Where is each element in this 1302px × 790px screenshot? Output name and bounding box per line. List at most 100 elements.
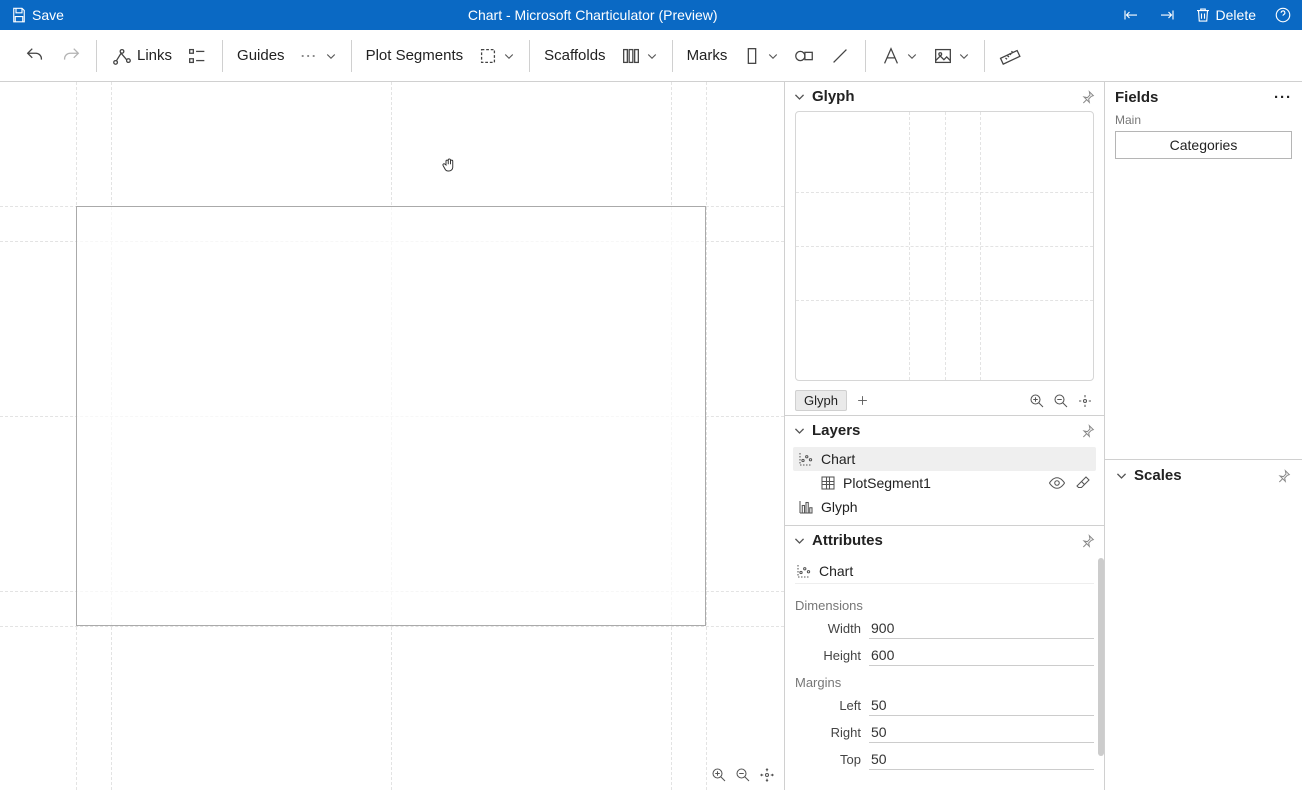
glyph-title: Glyph [812, 88, 855, 105]
marks-button[interactable]: Marks [683, 43, 732, 68]
chevron-down-icon [793, 90, 806, 103]
eye-icon[interactable] [1048, 474, 1066, 492]
zoom-in-icon[interactable] [1028, 392, 1046, 410]
delete-button[interactable]: Delete [1190, 4, 1260, 26]
chart-icon [795, 562, 813, 580]
window-title: Chart - Microsoft Charticulator (Preview… [468, 7, 718, 23]
width-input[interactable] [869, 618, 1094, 639]
eraser-icon[interactable] [1074, 474, 1092, 492]
chevron-down-icon [503, 50, 515, 62]
layer-glyph[interactable]: Glyph [793, 495, 1096, 519]
dimensions-section: Dimensions [795, 592, 1094, 615]
margin-left-input[interactable] [869, 695, 1094, 716]
links-label: Links [137, 47, 172, 64]
scaffold-bars-button[interactable] [616, 41, 662, 71]
margins-section: Margins [795, 669, 1094, 692]
zoom-fit-icon[interactable] [758, 766, 776, 784]
layers-body: Chart PlotSegment1 Glyph [785, 445, 1104, 526]
save-icon [10, 6, 28, 24]
fields-main-label: Main [1105, 113, 1302, 131]
undo-history-button[interactable] [1118, 4, 1144, 26]
chevron-down-icon [906, 50, 918, 62]
bars-icon [620, 45, 642, 67]
chevron-down-icon [793, 534, 806, 547]
glyph-panel-header[interactable]: Glyph [785, 82, 1104, 111]
chart-rectangle[interactable] [76, 206, 706, 626]
undo-button[interactable] [20, 41, 50, 71]
arrow-left-bar-icon [1122, 6, 1140, 24]
guides-label: Guides [237, 47, 285, 64]
chart-icon [797, 450, 815, 468]
pin-icon[interactable] [1080, 89, 1096, 105]
text-icon [880, 45, 902, 67]
image-icon [932, 45, 954, 67]
toolbar: Links Guides Plot Segments Scaffolds [0, 30, 1302, 82]
attributes-scrollbar[interactable] [1098, 558, 1104, 756]
delete-label: Delete [1216, 7, 1256, 23]
legend-button[interactable] [182, 41, 212, 71]
plot-segments-button[interactable]: Plot Segments [362, 43, 468, 68]
guides-button[interactable]: Guides [233, 43, 289, 68]
save-button[interactable]: Save [6, 4, 68, 26]
plus-icon[interactable] [855, 393, 870, 408]
ruler-button[interactable] [995, 41, 1025, 71]
mark-rect-button[interactable] [737, 41, 783, 71]
attributes-chart-label: Chart [819, 563, 853, 579]
marks-label: Marks [687, 47, 728, 64]
margin-right-input[interactable] [869, 722, 1094, 743]
grid-icon [819, 474, 837, 492]
pin-icon[interactable] [1080, 533, 1096, 549]
scaffolds-button[interactable]: Scaffolds [540, 43, 609, 68]
redo-history-button[interactable] [1154, 4, 1180, 26]
region-button[interactable] [473, 41, 519, 71]
links-button[interactable]: Links [107, 41, 176, 71]
text-button[interactable] [876, 41, 922, 71]
line-icon [829, 45, 851, 67]
guide-x-button[interactable] [295, 41, 341, 71]
scales-title: Scales [1134, 467, 1182, 484]
image-button[interactable] [928, 41, 974, 71]
symbol-icon [793, 45, 815, 67]
margin-top-input[interactable] [869, 749, 1094, 770]
links-icon [111, 45, 133, 67]
chevron-down-icon [1115, 469, 1128, 482]
field-categories[interactable]: Categories [1115, 131, 1292, 159]
region-icon [477, 45, 499, 67]
attributes-body: Chart Dimensions Width Height Margins Le… [785, 555, 1104, 790]
layer-chart-label: Chart [821, 451, 855, 467]
height-label: Height [795, 648, 861, 663]
save-label: Save [32, 7, 64, 23]
arrow-right-bar-icon [1158, 6, 1176, 24]
scales-header[interactable]: Scales [1105, 459, 1302, 491]
rect-icon [741, 45, 763, 67]
help-button[interactable] [1270, 4, 1296, 26]
layer-plotsegment1[interactable]: PlotSegment1 [793, 471, 1096, 495]
zoom-out-icon[interactable] [734, 766, 752, 784]
mark-line-button[interactable] [825, 41, 855, 71]
guide-dashed-icon [299, 45, 321, 67]
more-icon[interactable]: ··· [1274, 89, 1292, 106]
canvas[interactable] [0, 82, 784, 790]
layer-glyph-label: Glyph [821, 499, 858, 515]
glyph-icon [797, 498, 815, 516]
zoom-in-icon[interactable] [710, 766, 728, 784]
title-bar: Save Chart - Microsoft Charticulator (Pr… [0, 0, 1302, 30]
plot-segments-label: Plot Segments [366, 47, 464, 64]
mark-symbol-button[interactable] [789, 41, 819, 71]
hand-cursor-icon [440, 156, 458, 174]
pin-icon[interactable] [1080, 423, 1096, 439]
glyph-tab[interactable]: Glyph [795, 390, 847, 411]
attributes-panel-header[interactable]: Attributes [785, 526, 1104, 555]
redo-button[interactable] [56, 41, 86, 71]
layers-panel-header[interactable]: Layers [785, 416, 1104, 445]
zoom-out-icon[interactable] [1052, 392, 1070, 410]
glyph-preview[interactable] [795, 111, 1094, 381]
pin-icon[interactable] [1276, 468, 1292, 484]
layers-title: Layers [812, 422, 860, 439]
fields-title: Fields [1115, 89, 1158, 106]
width-label: Width [795, 621, 861, 636]
layer-chart[interactable]: Chart [793, 447, 1096, 471]
height-input[interactable] [869, 645, 1094, 666]
attributes-title: Attributes [812, 532, 883, 549]
zoom-fit-icon[interactable] [1076, 392, 1094, 410]
